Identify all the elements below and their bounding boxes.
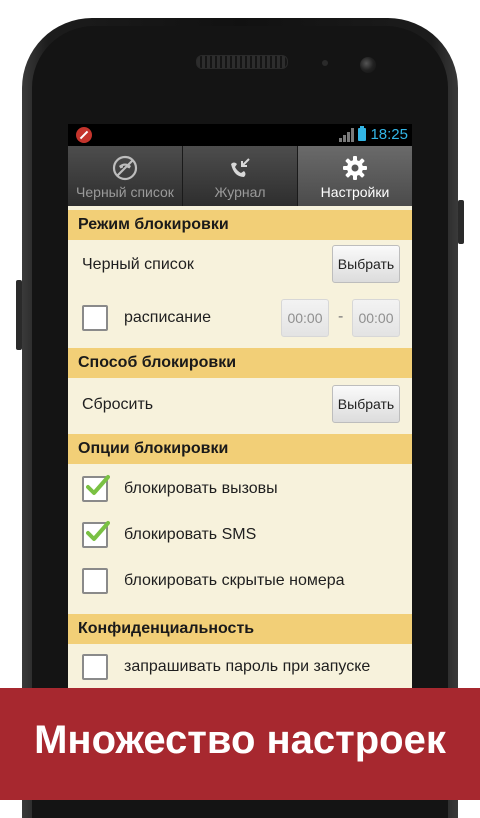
- section-header-block-method: Способ блокировки: [68, 348, 412, 378]
- block-sms-label: блокировать SMS: [124, 526, 257, 543]
- ask-password-checkbox[interactable]: [82, 654, 108, 680]
- app-block-icon: [76, 127, 92, 143]
- tab-label: Черный список: [76, 184, 174, 200]
- sensor-dot: [322, 60, 328, 66]
- promo-banner: Множество настроек: [0, 688, 480, 800]
- battery-icon: [358, 126, 366, 141]
- time-from-field[interactable]: 00:00: [281, 299, 329, 337]
- promo-banner-text: Множество настроек: [34, 718, 446, 762]
- section-header-privacy: Конфиденциальность: [68, 614, 412, 644]
- tab-settings[interactable]: Настройки: [298, 146, 412, 206]
- time-to-field[interactable]: 00:00: [352, 299, 400, 337]
- choose-method-button[interactable]: Выбрать: [332, 385, 400, 423]
- volume-button: [16, 280, 22, 350]
- call-log-icon: [231, 158, 250, 177]
- choose-list-button[interactable]: Выбрать: [332, 245, 400, 283]
- section-header-block-mode: Режим блокировки: [68, 210, 412, 240]
- status-bar: 18:25: [68, 124, 412, 146]
- checkmark-icon: [86, 475, 110, 495]
- block-calls-checkbox[interactable]: [82, 475, 110, 502]
- earpiece-speaker: [196, 55, 288, 69]
- section-header-block-options: Опции блокировки: [68, 434, 412, 464]
- tab-bar: Черный список Журнал Настройки: [68, 146, 412, 206]
- power-button: [458, 200, 464, 244]
- gear-icon: [343, 156, 367, 180]
- blacklist-label: Черный список: [82, 256, 194, 273]
- block-hidden-numbers-checkbox[interactable]: [82, 568, 108, 594]
- tab-label: Журнал: [214, 184, 266, 200]
- block-hidden-numbers-label: блокировать скрытые номера: [124, 572, 345, 589]
- time-separator: -: [338, 308, 344, 325]
- ask-password-label: запрашивать пароль при запуске: [124, 658, 371, 675]
- schedule-checkbox[interactable]: [82, 305, 108, 331]
- block-calls-label: блокировать вызовы: [124, 480, 278, 497]
- tab-blacklist[interactable]: Черный список: [68, 146, 183, 206]
- block-sms-checkbox[interactable]: [82, 521, 110, 548]
- status-time: 18:25: [370, 126, 408, 143]
- schedule-label: расписание: [124, 309, 211, 326]
- checkmark-icon: [86, 521, 110, 541]
- tab-call-log[interactable]: Журнал: [183, 146, 298, 206]
- method-label: Сбросить: [82, 396, 154, 413]
- signal-icon: [339, 128, 354, 142]
- blocked-phone-icon: [112, 155, 138, 181]
- front-camera: [360, 57, 376, 73]
- tab-label: Настройки: [320, 184, 390, 200]
